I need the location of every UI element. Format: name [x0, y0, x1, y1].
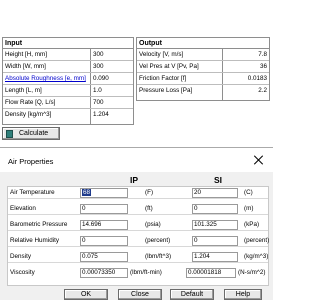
property-row: Relative Humidity 0 (percent) 0 (percent…	[8, 236, 270, 247]
air-properties-dialog: Air Properties IP SI Air Temperature 68 …	[0, 147, 273, 300]
si-column-header: SI	[214, 175, 223, 185]
si-unit: (kPa)	[244, 221, 260, 228]
property-label: Viscosity	[10, 269, 35, 276]
dialog-title: Air Properties	[8, 157, 54, 166]
elevation-ip-input[interactable]: 0	[80, 204, 128, 214]
si-unit: (percent)	[244, 237, 270, 244]
property-row: Barometric Pressure 14.696 (psia) 101.32…	[8, 220, 268, 231]
input-row: Width [W, mm] 300	[3, 62, 133, 73]
output-header: Output	[137, 38, 269, 49]
property-label: Relative Humidity	[10, 237, 59, 244]
ip-column-header: IP	[130, 175, 139, 185]
ok-label: OK	[80, 291, 92, 298]
ip-unit: (ft)	[145, 205, 153, 212]
property-row: Viscosity 0.00073350 (lbm/ft-min) 0.0000…	[8, 268, 268, 279]
absolute-roughness-link[interactable]: Absolute Roughness [e, mm]	[3, 74, 86, 84]
input-label: Width [W, mm]	[5, 63, 46, 70]
si-unit: (C)	[244, 189, 253, 196]
input-label: Height [H, mm]	[5, 51, 47, 58]
flow-rate-input[interactable]: 700	[91, 98, 131, 108]
elevation-si-input[interactable]: 0	[192, 204, 238, 214]
viscosity-si-field: 0.00001818	[186, 268, 236, 278]
ip-unit: (lbm/ft-min)	[130, 269, 162, 276]
property-row: Density 0.075 (lbm/ft^3) 1.204 (kg/m^3)	[8, 252, 268, 263]
property-row: Elevation 0 (ft) 0 (m)	[8, 204, 268, 215]
pressure-loss-value: 2.2	[258, 87, 267, 94]
duct-calculator: Input Height [H, mm] 300 Width [W, mm] 3…	[0, 0, 273, 145]
close-icon[interactable]	[248, 151, 270, 169]
calculate-label: Calculate	[19, 130, 49, 137]
property-row: Air Temperature 68 (F) 20 (C)	[8, 188, 268, 199]
output-row: Velocity [V, m/s] 7.8	[137, 50, 269, 61]
input-row: Density [kg/m^3] 1.204	[3, 110, 133, 121]
close-button[interactable]: Close	[118, 289, 162, 300]
close-label: Close	[131, 291, 149, 298]
ip-unit: (psia)	[145, 221, 161, 228]
viscosity-ip-field: 0.00073350	[80, 268, 128, 278]
si-unit: (N-s/m^2)	[238, 269, 266, 276]
friction-factor-value: 0.0183	[247, 75, 267, 82]
air-temperature-si-input[interactable]: 20	[192, 188, 238, 198]
ip-unit: (lbm/ft^3)	[145, 253, 172, 260]
output-row: Vel Pres at V [Pv, Pa] 36	[137, 62, 269, 73]
help-button[interactable]: Help	[224, 289, 262, 300]
length-input[interactable]: 1.0	[91, 86, 131, 96]
density-ip-field: 0.075	[80, 252, 128, 262]
output-label: Velocity [V, m/s]	[139, 51, 184, 58]
input-row: Flow Rate [Q, L/s] 700	[3, 98, 133, 109]
output-row: Pressure Loss [Pa] 2.2	[137, 86, 269, 97]
ip-unit: (percent)	[145, 237, 171, 244]
input-row: Length [L, m] 1.0	[3, 86, 133, 97]
density-input[interactable]: 1.204	[91, 110, 131, 120]
property-label: Barometric Pressure	[10, 221, 68, 228]
input-label: Flow Rate [Q, L/s]	[5, 99, 56, 106]
si-unit: (kg/m^3)	[244, 253, 269, 260]
output-label: Friction Factor [f]	[139, 75, 187, 82]
input-label: Density [kg/m^3]	[5, 111, 52, 118]
calculator-icon	[6, 130, 13, 138]
properties-panel: Air Temperature 68 (F) 20 (C) Elevation …	[7, 186, 269, 286]
input-row: Height [H, mm] 300	[3, 50, 133, 61]
selected-text: 68	[82, 189, 92, 196]
roughness-input[interactable]: 0.090	[91, 74, 131, 84]
ok-button[interactable]: OK	[64, 289, 108, 300]
output-row: Friction Factor [f] 0.0183	[137, 74, 269, 85]
default-label: Default	[180, 291, 204, 298]
output-label: Vel Pres at V [Pv, Pa]	[139, 63, 199, 70]
density-si-field: 1.204	[192, 252, 238, 262]
output-label: Pressure Loss [Pa]	[139, 87, 193, 94]
barometric-pressure-ip-input[interactable]: 14.696	[80, 220, 128, 230]
barometric-pressure-si-input[interactable]: 101.325	[192, 220, 238, 230]
input-row: Absolute Roughness [e, mm] 0.090	[3, 74, 133, 85]
si-unit: (m)	[244, 205, 254, 212]
property-label: Elevation	[10, 205, 36, 212]
calculate-button[interactable]: Calculate	[2, 127, 60, 140]
property-label: Air Temperature	[10, 189, 55, 196]
relative-humidity-ip-input[interactable]: 0	[80, 236, 128, 246]
property-label: Density	[10, 253, 31, 260]
velocity-value: 7.8	[258, 51, 267, 58]
velocity-pressure-value: 36	[259, 63, 267, 70]
ip-unit: (F)	[145, 189, 154, 196]
height-input[interactable]: 300	[91, 50, 131, 60]
default-button[interactable]: Default	[170, 289, 214, 300]
input-label: Length [L, m]	[5, 87, 42, 94]
width-input[interactable]: 300	[91, 62, 131, 72]
input-header: Input	[3, 38, 133, 49]
dialog-titlebar: Air Properties	[0, 148, 273, 172]
air-temperature-ip-input[interactable]: 68	[80, 188, 128, 198]
relative-humidity-si-input[interactable]: 0	[192, 236, 238, 246]
help-label: Help	[235, 291, 251, 298]
